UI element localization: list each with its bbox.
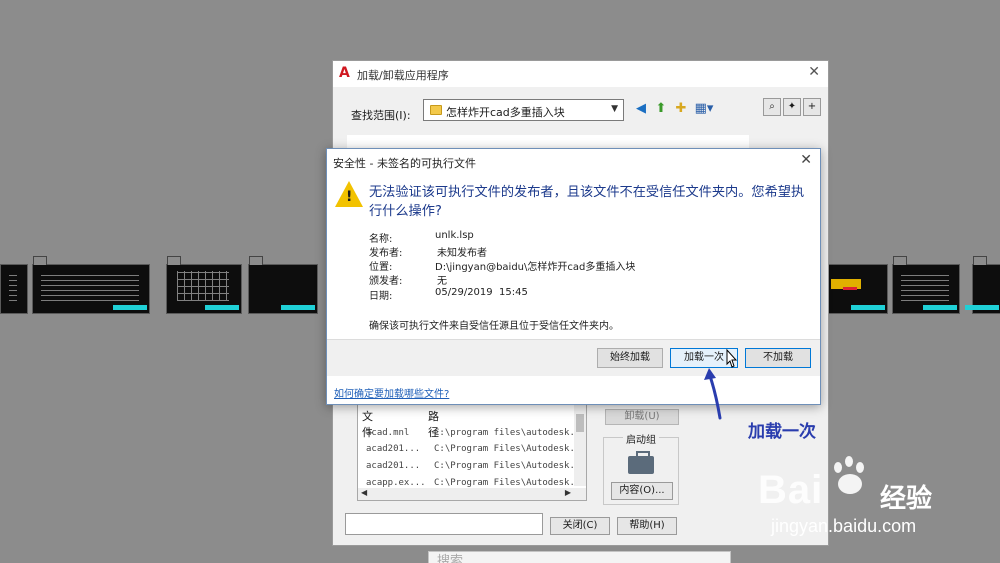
- drawing-sheet: [822, 264, 888, 314]
- list-item-path: C:\Program Files\Autodesk...: [434, 461, 586, 471]
- folder-icon: [430, 105, 442, 115]
- security-dialog: 安全性 - 未签名的可执行文件 ✕ ! 无法验证该可执行文件的发布者，且该文件不…: [326, 148, 821, 405]
- watermark-brand: Bai: [758, 468, 824, 512]
- field-value-name: unlk.lsp: [435, 230, 474, 241]
- chevron-down-icon: ▼: [611, 104, 618, 114]
- contents-button[interactable]: 内容(O)...: [611, 482, 673, 500]
- field-label-date: 日期:: [369, 291, 393, 302]
- do-not-load-button[interactable]: 不加载: [745, 348, 811, 368]
- add-favorite-icon[interactable]: +: [803, 98, 821, 116]
- drawing-sheet: [32, 256, 150, 314]
- look-in-value: 怎样炸开cad多重插入块: [446, 106, 565, 119]
- load-unload-titlebar: A 加载/卸载应用程序 ✕: [333, 61, 828, 87]
- vertical-scrollbar[interactable]: [574, 402, 586, 486]
- field-label-issuer: 颁发者:: [369, 276, 403, 287]
- list-item-file: acad201...: [366, 444, 421, 454]
- briefcase-icon: [628, 451, 654, 474]
- autocad-logo-icon: A: [339, 65, 350, 81]
- field-label-publisher: 发布者:: [369, 248, 403, 259]
- list-item-file: acad.mnl: [366, 428, 410, 438]
- security-note: 确保该可执行文件来自受信任源且位于受信任文件夹内。: [369, 321, 619, 332]
- close-icon[interactable]: ✕: [800, 152, 812, 168]
- always-load-button[interactable]: 始终加载: [597, 348, 663, 368]
- security-heading: 无法验证该可执行文件的发布者，且该文件不在受信任文件夹内。您希望执行什么操作?: [369, 185, 805, 219]
- drawing-sheet: [248, 256, 318, 314]
- favorites-icon[interactable]: ✦: [783, 98, 801, 116]
- field-value-publisher: 未知发布者: [437, 248, 487, 259]
- close-button[interactable]: 关闭(C): [550, 517, 610, 535]
- help-link[interactable]: 如何确定要加载哪些文件?: [334, 385, 449, 400]
- security-dialog-title: 安全性 - 未签名的可执行文件: [333, 157, 476, 170]
- field-label-location: 位置:: [369, 262, 393, 273]
- scroll-right-icon[interactable]: ▶: [565, 488, 571, 497]
- drawing-sheet: [965, 256, 1000, 314]
- annotation-label: 加载一次: [748, 422, 816, 442]
- search-bar-text: 搜索: [437, 554, 464, 563]
- startup-group-label: 启动组: [623, 435, 659, 446]
- field-value-issuer: 无: [437, 276, 447, 287]
- list-item-path: C:\Program Files\Autodesk...: [434, 444, 586, 454]
- watermark-url: jingyan.baidu.com: [771, 516, 917, 536]
- security-footer: 始终加载 加载一次 不加载: [327, 339, 820, 376]
- back-icon[interactable]: ◀: [633, 101, 649, 117]
- close-icon[interactable]: ✕: [808, 64, 820, 80]
- drawing-sheet: [0, 264, 28, 314]
- status-field: [345, 513, 543, 535]
- new-folder-icon[interactable]: ✚: [673, 101, 689, 117]
- up-folder-icon[interactable]: ⬆: [653, 101, 669, 117]
- field-value-location: D:\jingyan@baidu\怎样炸开cad多重插入块: [435, 262, 636, 273]
- loaded-apps-list[interactable]: 文件 路径 acad.mnl C:\program files\autodesk…: [357, 401, 587, 501]
- startup-suite-group: 启动组 内容(O)...: [603, 435, 679, 505]
- scroll-left-icon[interactable]: ◀: [361, 488, 367, 497]
- unload-button[interactable]: 卸载(U): [605, 409, 679, 425]
- views-icon[interactable]: ▦▾: [693, 101, 715, 117]
- drawing-sheet: [166, 256, 242, 314]
- list-item-file: acapp.ex...: [366, 478, 426, 488]
- list-item-file: acad201...: [366, 461, 421, 471]
- help-button[interactable]: 帮助(H): [617, 517, 677, 535]
- list-item-path: C:\program files\autodesk...: [434, 428, 586, 438]
- horizontal-scrollbar[interactable]: ◀ ▶: [358, 488, 586, 500]
- drawing-sheet: [892, 256, 960, 314]
- look-in-dropdown[interactable]: 怎样炸开cad多重插入块 ▼: [423, 99, 624, 121]
- look-in-label: 查找范围(I):: [351, 109, 411, 122]
- field-label-name: 名称:: [369, 234, 393, 245]
- baidu-paw-logo-icon: [828, 456, 874, 496]
- search-bar[interactable]: 搜索: [428, 551, 731, 563]
- watermark-jingyan: 经验: [880, 484, 933, 514]
- list-item-path: C:\Program Files\Autodesk...: [434, 478, 586, 488]
- annotation-arrow-icon: [704, 368, 722, 420]
- field-value-date: 05/29/2019 15:45: [435, 287, 528, 298]
- load-unload-title: 加载/卸载应用程序: [357, 69, 449, 82]
- search-icon[interactable]: ⌕: [763, 98, 781, 116]
